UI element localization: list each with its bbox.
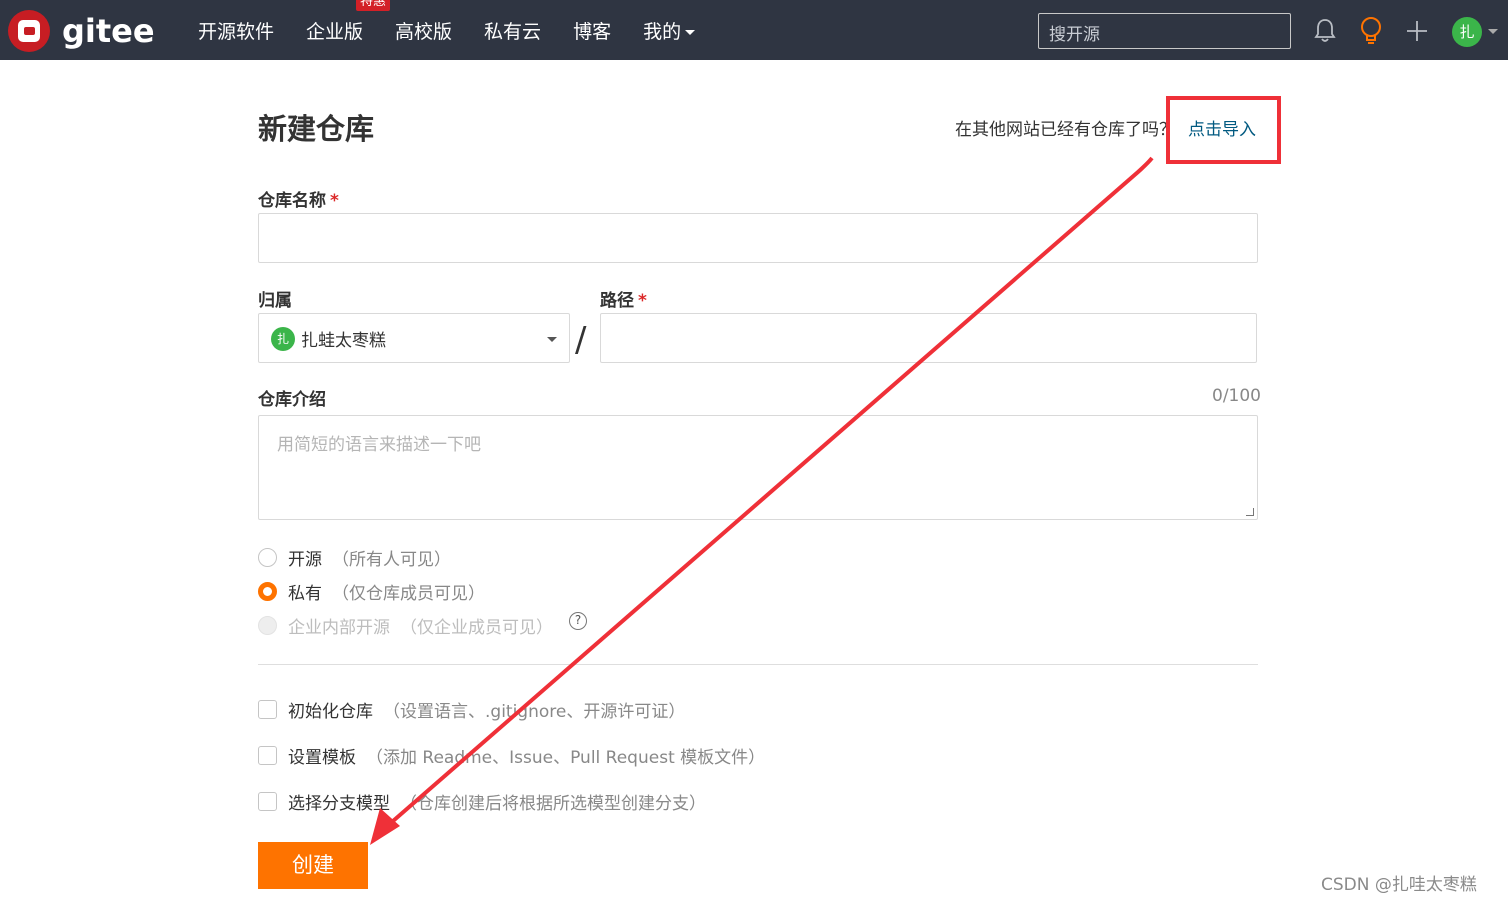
checkbox-init-repo[interactable] bbox=[258, 699, 277, 719]
resize-handle-icon[interactable] bbox=[1246, 508, 1254, 516]
owner-avatar: 扎 bbox=[271, 327, 295, 351]
repo-name-input[interactable] bbox=[258, 213, 1258, 263]
radio-public[interactable] bbox=[258, 547, 277, 567]
help-icon[interactable]: ? bbox=[569, 612, 587, 630]
owner-name: 扎蛙太枣糕 bbox=[301, 331, 386, 351]
top-nav: gitee 开源软件 企业版 特惠 高校版 私有云 博客 我的 搜开源 扎 bbox=[0, 0, 1508, 60]
chevron-down-icon bbox=[685, 29, 696, 35]
divider bbox=[258, 664, 1258, 665]
nav-item-enterprise-label: 企业版 bbox=[306, 20, 364, 43]
path-label: 路径 * bbox=[600, 286, 647, 311]
page-title: 新建仓库 bbox=[258, 112, 375, 146]
option-label: 初始化仓库 bbox=[288, 701, 373, 722]
option-hint: （设置语言、.gitignore、开源许可证） bbox=[383, 701, 686, 722]
option-label: 选择分支模型 bbox=[288, 793, 390, 814]
option-hint: （仓库创建后将根据所选模型创建分支） bbox=[400, 793, 706, 814]
search-input[interactable]: 搜开源 bbox=[1038, 13, 1291, 49]
repo-name-label: 仓库名称 * bbox=[258, 186, 339, 211]
owner-label: 归属 bbox=[258, 291, 292, 311]
main-nav: 开源软件 企业版 特惠 高校版 私有云 博客 我的 bbox=[198, 0, 727, 60]
checkbox-branch-model[interactable] bbox=[258, 791, 277, 811]
nav-item-open-source[interactable]: 开源软件 bbox=[198, 17, 274, 44]
create-button[interactable]: 创建 bbox=[258, 842, 368, 889]
option-init-repo[interactable]: 初始化仓库 （设置语言、.gitignore、开源许可证） bbox=[258, 697, 686, 722]
option-template[interactable]: 设置模板 （添加 Readme、Issue、Pull Request 模板文件） bbox=[258, 743, 766, 768]
option-hint: （所有人可见） bbox=[332, 549, 451, 570]
radio-private[interactable] bbox=[258, 581, 277, 601]
annotation-highlight-box bbox=[1166, 96, 1281, 164]
gitee-logo-icon bbox=[8, 10, 50, 52]
plus-icon[interactable] bbox=[1405, 19, 1429, 43]
logo-text: gitee bbox=[62, 12, 155, 50]
radio-enterprise bbox=[258, 615, 277, 635]
promo-badge: 特惠 bbox=[356, 0, 391, 11]
visibility-option-public[interactable]: 开源 （所有人可见） bbox=[258, 545, 451, 570]
option-branch-model[interactable]: 选择分支模型 （仓库创建后将根据所选模型创建分支） bbox=[258, 789, 706, 814]
checkbox-template[interactable] bbox=[258, 745, 277, 765]
import-question: 在其他网站已经有仓库了吗？ bbox=[955, 120, 1176, 140]
option-label: 私有 bbox=[288, 583, 322, 604]
nav-item-blog[interactable]: 博客 bbox=[573, 17, 611, 44]
visibility-option-enterprise: 企业内部开源 （仅企业成员可见） ? bbox=[258, 612, 587, 638]
path-input[interactable] bbox=[600, 313, 1257, 363]
option-hint: （仅仓库成员可见） bbox=[332, 583, 485, 604]
nav-item-private-cloud[interactable]: 私有云 bbox=[484, 17, 541, 44]
description-label: 仓库介绍 bbox=[258, 390, 326, 410]
description-counter: 0/100 bbox=[1212, 386, 1261, 406]
required-mark: * bbox=[330, 191, 339, 211]
nav-item-mine[interactable]: 我的 bbox=[643, 17, 696, 44]
path-separator: / bbox=[575, 320, 587, 360]
visibility-option-private[interactable]: 私有 （仅仓库成员可见） bbox=[258, 579, 485, 604]
nav-item-mine-label: 我的 bbox=[643, 20, 682, 43]
watermark: CSDN @扎哇太枣糕 bbox=[1321, 875, 1477, 895]
option-label: 开源 bbox=[288, 549, 322, 570]
gitee-logo[interactable]: gitee bbox=[8, 10, 155, 52]
path-label-text: 路径 bbox=[600, 291, 634, 311]
required-mark: * bbox=[638, 291, 647, 311]
bulb-icon[interactable] bbox=[1358, 16, 1384, 46]
description-textarea[interactable]: 用简短的语言来描述一下吧 bbox=[258, 415, 1258, 520]
repo-name-label-text: 仓库名称 bbox=[258, 191, 326, 211]
option-label: 设置模板 bbox=[288, 747, 356, 768]
option-hint: （添加 Readme、Issue、Pull Request 模板文件） bbox=[366, 747, 766, 768]
owner-select[interactable]: 扎 扎蛙太枣糕 bbox=[258, 313, 570, 363]
nav-item-enterprise[interactable]: 企业版 特惠 bbox=[306, 0, 391, 44]
user-avatar[interactable]: 扎 bbox=[1452, 17, 1482, 47]
option-label: 企业内部开源 bbox=[288, 617, 390, 638]
option-hint: （仅企业成员可见） bbox=[400, 617, 553, 638]
bell-icon[interactable] bbox=[1313, 18, 1337, 44]
nav-item-education[interactable]: 高校版 bbox=[395, 17, 452, 44]
description-placeholder: 用简短的语言来描述一下吧 bbox=[277, 435, 481, 455]
chevron-down-icon bbox=[547, 337, 557, 342]
chevron-down-icon[interactable] bbox=[1488, 29, 1498, 34]
